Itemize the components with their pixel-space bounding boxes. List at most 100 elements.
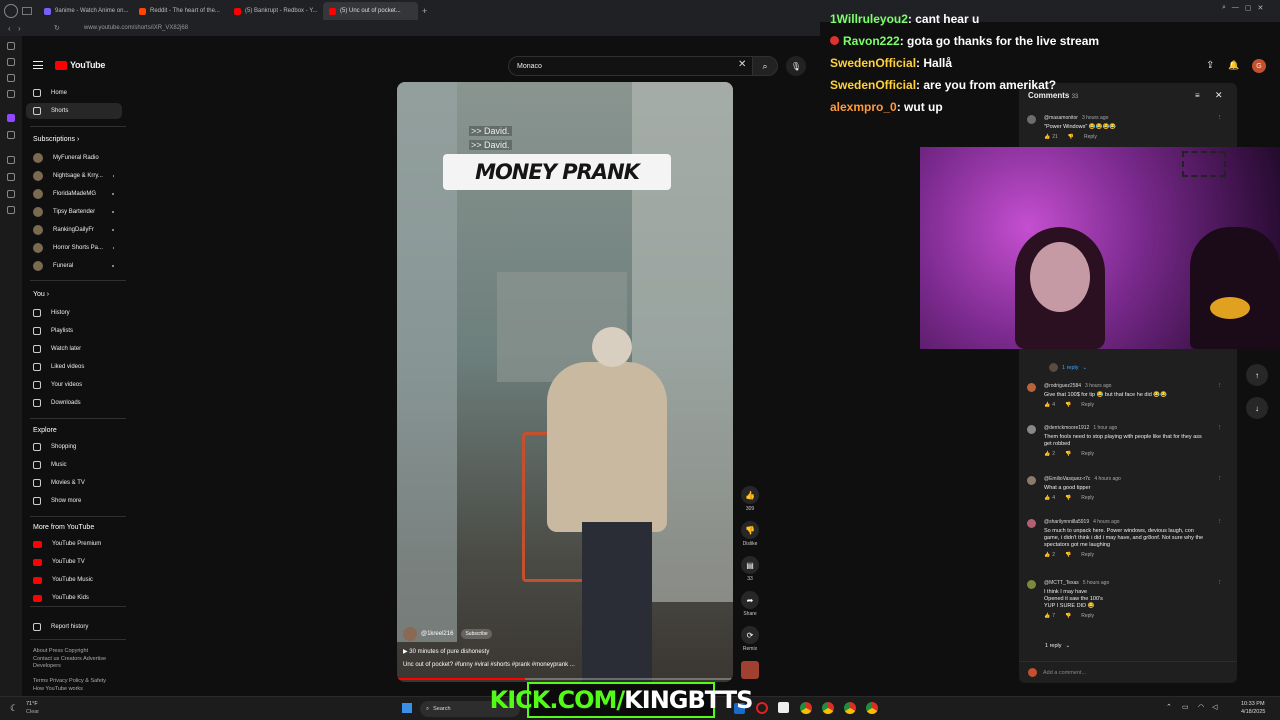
sidebar-item-youtube-tv[interactable]: YouTube TV	[26, 554, 122, 570]
settings-icon[interactable]	[7, 206, 15, 214]
subscriptions-heading[interactable]: Subscriptions ›	[33, 136, 79, 143]
search-button[interactable]: ⌕	[752, 56, 778, 76]
reply-button[interactable]: Reply	[1081, 451, 1094, 457]
clear-search-icon[interactable]: ✕	[738, 59, 746, 70]
thumbs-down-icon[interactable]: 👎	[1068, 134, 1074, 140]
shorts-video-player[interactable]: >> David. >> David. MONEY PRANK @1kreel2…	[397, 82, 733, 682]
comment-avatar[interactable]	[1027, 383, 1036, 392]
thumbs-down-icon[interactable]: 👎	[1065, 552, 1071, 558]
more-options-icon[interactable]: ⋮	[1217, 519, 1223, 525]
comment-avatar[interactable]	[1027, 476, 1036, 485]
comment-author[interactable]: @sharilynnnilla5919	[1044, 519, 1089, 525]
sidebar-item-shopping[interactable]: Shopping	[26, 439, 122, 455]
side-app-icon[interactable]	[7, 156, 15, 164]
twitch-icon[interactable]	[7, 114, 15, 122]
side-app-icon[interactable]	[7, 190, 15, 198]
comment-author[interactable]: @rodriguez2584	[1044, 383, 1081, 389]
clock-time[interactable]: 10:33 PM	[1241, 701, 1265, 707]
reply-button[interactable]: Reply	[1081, 552, 1094, 558]
sidebar-subscription[interactable]: MyFuneral Radio	[26, 150, 122, 166]
sidebar-subscription[interactable]: FloridaMadeMG	[26, 186, 122, 202]
account-avatar[interactable]: G	[1252, 59, 1266, 73]
sidebar-subscription[interactable]: Tipsy Bartender	[26, 204, 122, 220]
side-app-icon[interactable]	[7, 90, 15, 98]
sidebar-item-your-videos[interactable]: Your videos	[26, 377, 122, 393]
sidebar-item-history[interactable]: History	[26, 305, 122, 321]
comment-avatar[interactable]	[1027, 519, 1036, 528]
tray-icon[interactable]: ▭	[1182, 703, 1189, 711]
sidebar-item-youtube-music[interactable]: YouTube Music	[26, 572, 122, 588]
chrome-icon[interactable]	[866, 702, 878, 714]
thumbs-down-icon[interactable]: 👎	[1065, 613, 1071, 619]
sidebar-subscription[interactable]: Nightsage & Krry...	[26, 168, 122, 184]
channel-avatar[interactable]	[403, 627, 417, 641]
tab-9anime[interactable]: 9anime - Watch Anime on...	[38, 2, 133, 20]
sidebar-item-report-history[interactable]: Report history	[26, 619, 122, 635]
more-options-icon[interactable]: ⋮	[1217, 383, 1223, 389]
you-heading[interactable]: You ›	[33, 291, 49, 298]
add-comment-field[interactable]: Add a comment...	[1019, 661, 1237, 683]
windows-start-icon[interactable]	[402, 703, 412, 713]
minimize-icon[interactable]: —	[1232, 4, 1239, 12]
tray-chevron-icon[interactable]: ⌃	[1166, 703, 1172, 711]
sidebar-item-movies-tv[interactable]: Movies & TV	[26, 475, 122, 491]
thumbs-down-icon[interactable]: 👎	[1065, 451, 1071, 457]
reply-button[interactable]: Reply	[1084, 134, 1097, 140]
thumbs-down-action[interactable]: 👎 Dislike	[740, 521, 760, 547]
channel-name[interactable]: @1kreel216	[421, 631, 453, 637]
comment-action[interactable]: ▤ 33	[740, 556, 760, 582]
video-progress-bar[interactable]	[397, 678, 733, 680]
side-app-icon[interactable]	[7, 58, 15, 66]
sidebar-item-shorts[interactable]: Shorts	[26, 103, 122, 119]
remix-action[interactable]: ⟳ Remix	[740, 626, 760, 652]
thumbs-up-icon[interactable]: 👍	[1044, 134, 1050, 140]
close-icon[interactable]: ✕	[1258, 4, 1264, 12]
thumbs-up-icon[interactable]: 👍	[1044, 451, 1050, 457]
video-title[interactable]: Unc out of pocket? #funny #viral #shorts…	[403, 662, 723, 668]
back-icon[interactable]: ‹	[8, 24, 11, 33]
more-options-icon[interactable]: ⋮	[1217, 580, 1223, 586]
tab-reddit[interactable]: Reddit - The heart of the...	[133, 2, 228, 20]
chrome-icon[interactable]	[822, 702, 834, 714]
youtube-logo[interactable]: YouTube	[55, 60, 105, 70]
more-options-icon[interactable]: ⋮	[1217, 425, 1223, 431]
reload-icon[interactable]: ↻	[54, 24, 60, 32]
wifi-icon[interactable]: ◠	[1198, 703, 1204, 711]
side-app-icon[interactable]	[7, 74, 15, 82]
comment-author[interactable]: @MCTT_Texas	[1044, 580, 1079, 586]
footer-links[interactable]: Developers	[33, 663, 61, 671]
reply-button[interactable]: Reply	[1081, 495, 1094, 501]
chrome-icon[interactable]	[800, 702, 812, 714]
tab-bankrupt[interactable]: (5) Bankrupt - Redbox - Y...	[228, 2, 323, 20]
comment-avatar[interactable]	[1027, 580, 1036, 589]
search-icon[interactable]: ⌕	[1222, 4, 1226, 12]
sidebar-subscription[interactable]: Funeral	[26, 258, 122, 274]
voice-search-button[interactable]: 🎙	[786, 56, 806, 76]
tab-active-shorts[interactable]: (5) Unc out of pocket...	[323, 2, 418, 20]
app-icon[interactable]	[778, 702, 789, 713]
sidebar-item-music[interactable]: Music	[26, 457, 122, 473]
x-icon[interactable]	[7, 131, 15, 139]
next-short-button[interactable]: ↓	[1246, 397, 1268, 419]
previous-short-button[interactable]: ↑	[1246, 364, 1268, 386]
tab-actions-icon[interactable]	[22, 7, 32, 15]
thumbs-up-action[interactable]: 👍 309	[740, 486, 760, 512]
sidebar-item-playlists[interactable]: Playlists	[26, 323, 122, 339]
thumbs-up-icon[interactable]: 👍	[1044, 613, 1050, 619]
footer-links[interactable]: About Press Copyright	[33, 648, 88, 656]
thumbs-down-icon[interactable]: 👎	[1065, 495, 1071, 501]
search-input[interactable]: Monaco	[508, 56, 760, 76]
reply-button[interactable]: Reply	[1081, 613, 1094, 619]
maximize-icon[interactable]: ▢	[1245, 4, 1252, 12]
footer-links[interactable]: How YouTube works	[33, 686, 83, 694]
subscribe-button[interactable]: Subscribe	[461, 629, 492, 639]
share-action[interactable]: ➦ Share	[740, 591, 760, 617]
more-options-icon[interactable]: ⋮	[1217, 476, 1223, 482]
weather-temp[interactable]: 71°F	[26, 701, 38, 707]
thumbs-up-icon[interactable]: 👍	[1044, 552, 1050, 558]
thumbs-up-icon[interactable]: 👍	[1044, 402, 1050, 408]
forward-icon[interactable]: ›	[18, 24, 21, 33]
sidebar-item-liked-videos[interactable]: Liked videos	[26, 359, 122, 375]
audio-avatar[interactable]	[741, 661, 759, 679]
comment-avatar[interactable]	[1027, 425, 1036, 434]
